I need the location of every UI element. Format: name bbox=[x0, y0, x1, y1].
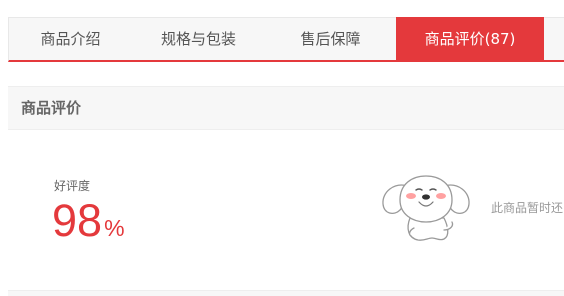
product-tab-bar: 商品介绍 规格与包装 售后保障 商品评价(87) bbox=[8, 17, 564, 62]
tab-specs-packaging[interactable]: 规格与包装 bbox=[132, 18, 265, 61]
jd-dog-mascot-icon bbox=[382, 175, 470, 241]
tab-product-intro[interactable]: 商品介绍 bbox=[9, 18, 132, 61]
tab-product-reviews[interactable]: 商品评价(87) bbox=[396, 17, 544, 61]
reviews-section-header: 商品评价 bbox=[8, 86, 564, 130]
positive-rate-unit: % bbox=[104, 215, 125, 241]
bottom-divider bbox=[8, 290, 564, 296]
positive-rate-label: 好评度 bbox=[54, 179, 91, 193]
product-detail-page: 商品介绍 规格与包装 售后保障 商品评价(87) 商品评价 好评度 98% 此商… bbox=[0, 0, 564, 296]
tab-after-sales[interactable]: 售后保障 bbox=[265, 18, 396, 61]
positive-rate-number: 98 bbox=[52, 195, 103, 246]
section-title: 商品评价 bbox=[21, 99, 82, 117]
positive-rate-value: 98% bbox=[52, 196, 125, 246]
no-reviews-message: 此商品暂时还 bbox=[491, 201, 564, 215]
